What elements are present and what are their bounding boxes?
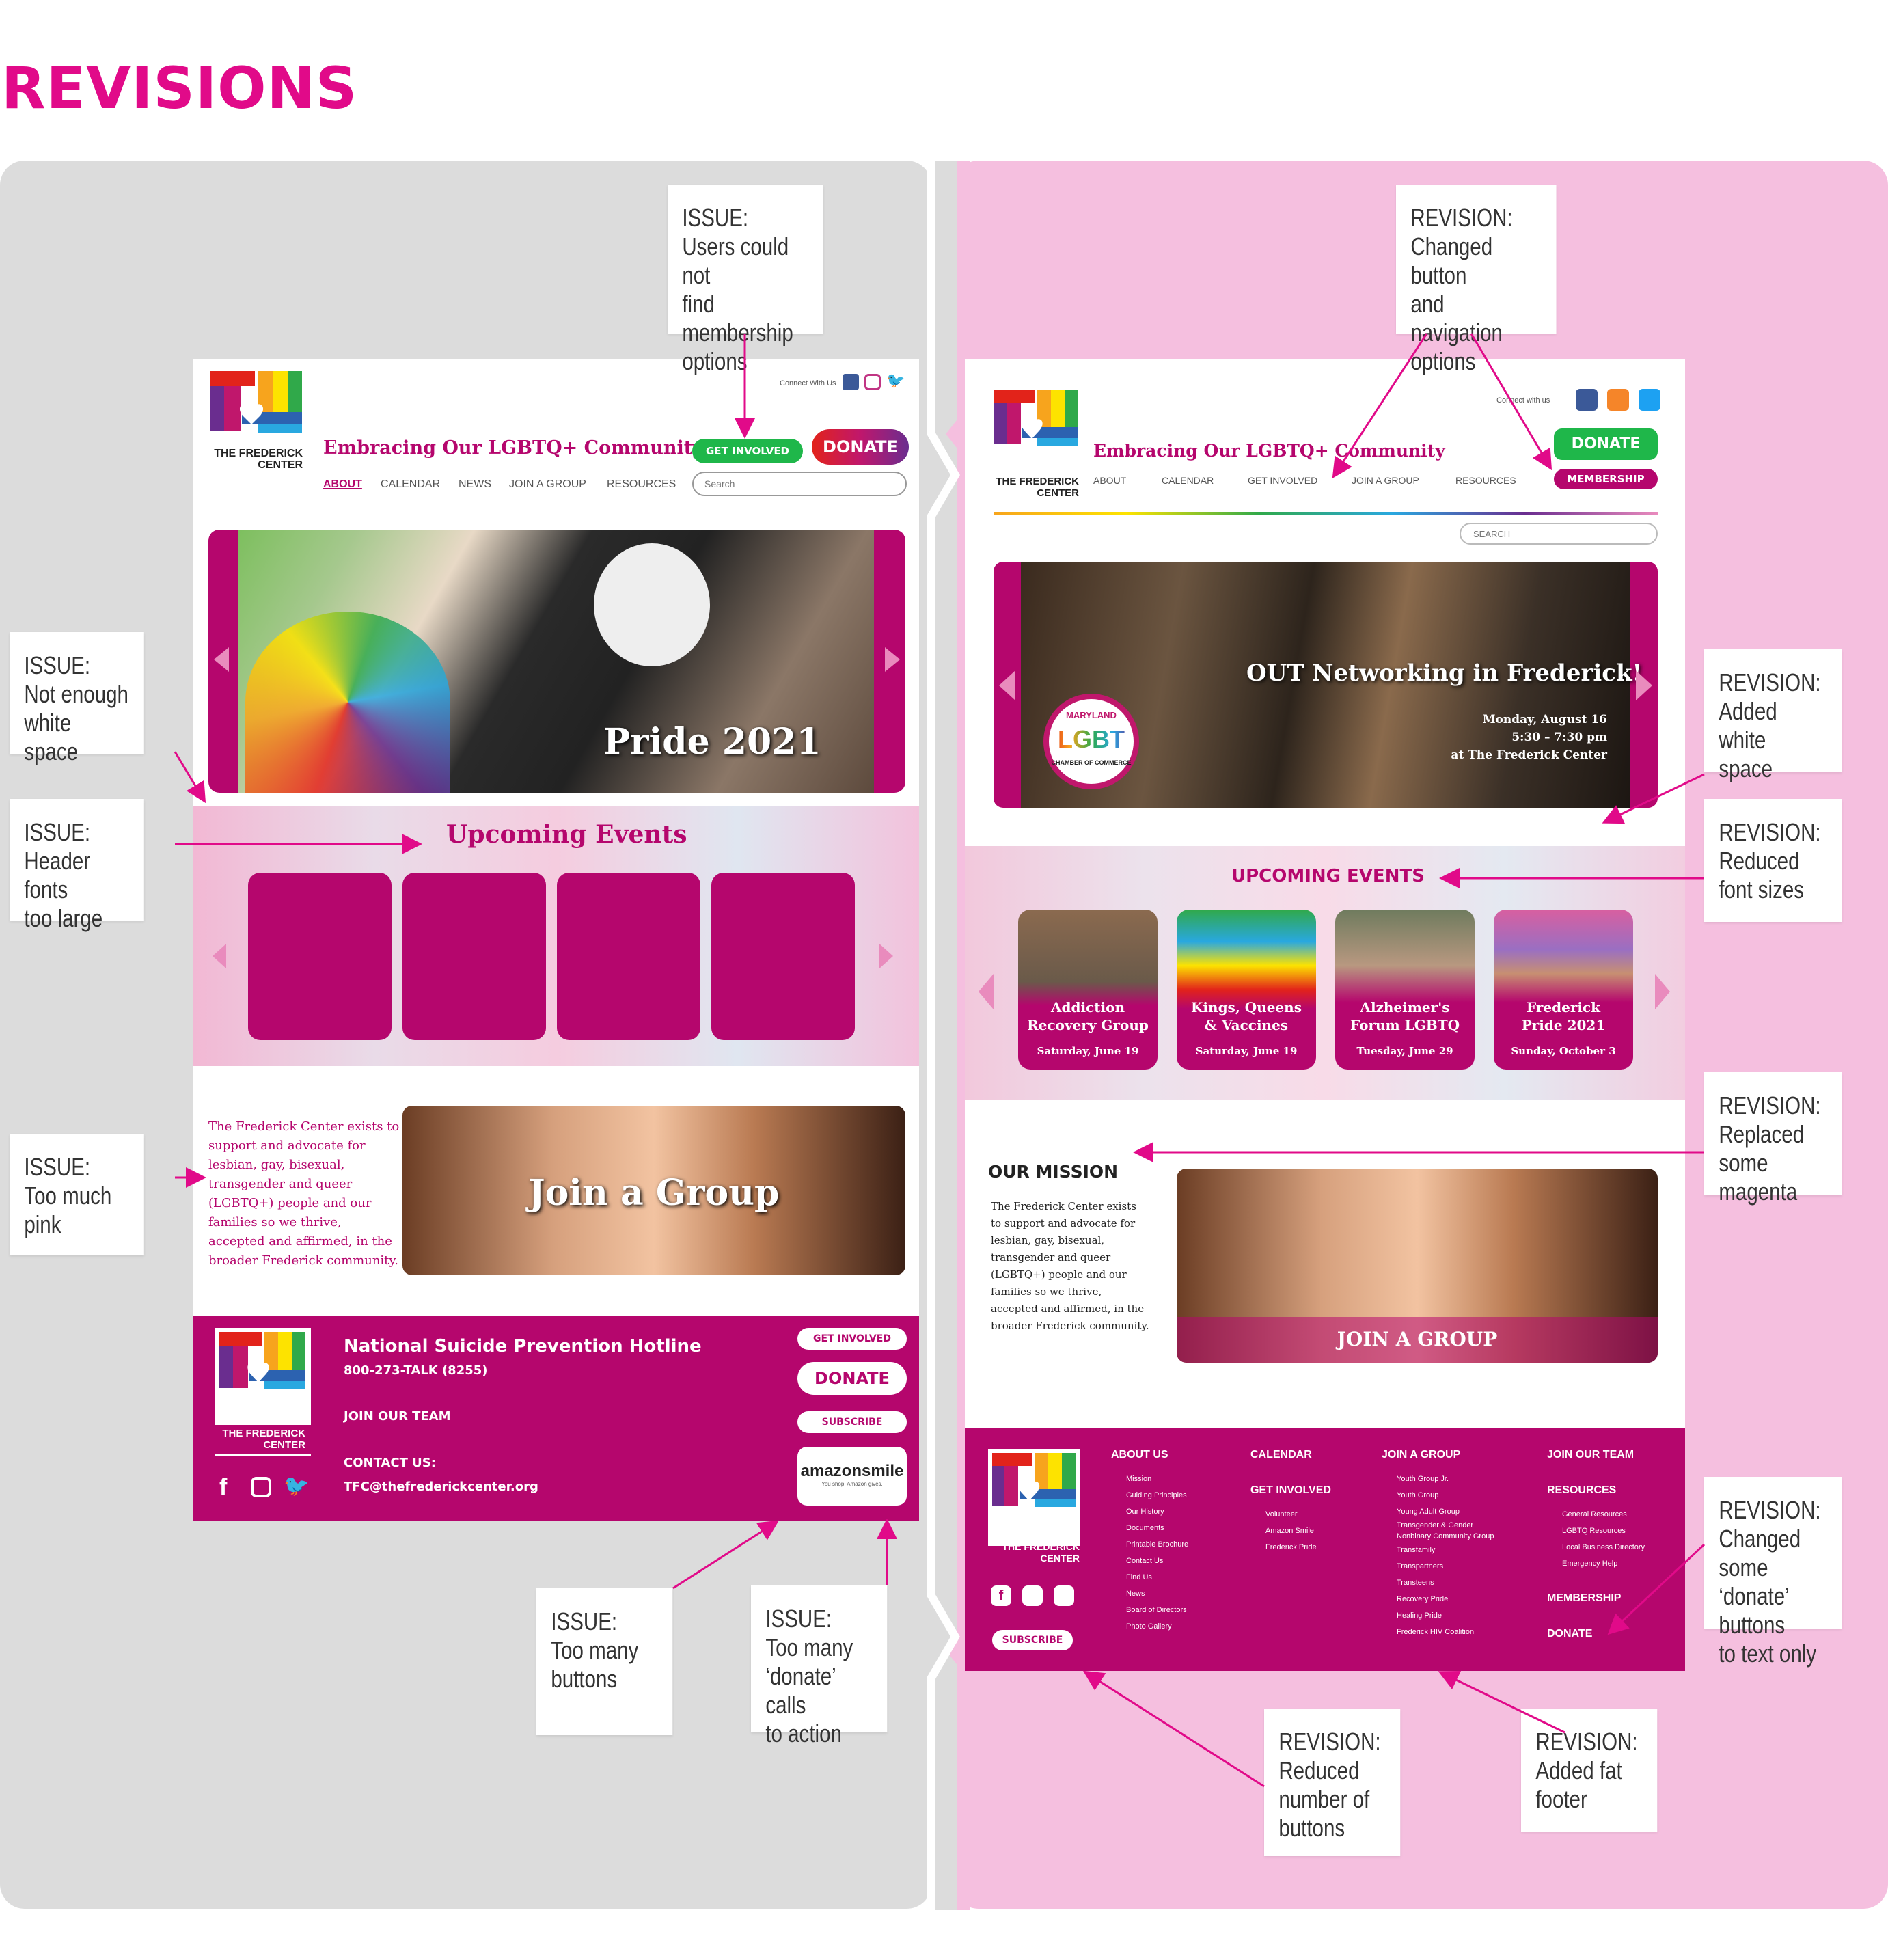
annotation-arrows xyxy=(174,333,1706,1788)
